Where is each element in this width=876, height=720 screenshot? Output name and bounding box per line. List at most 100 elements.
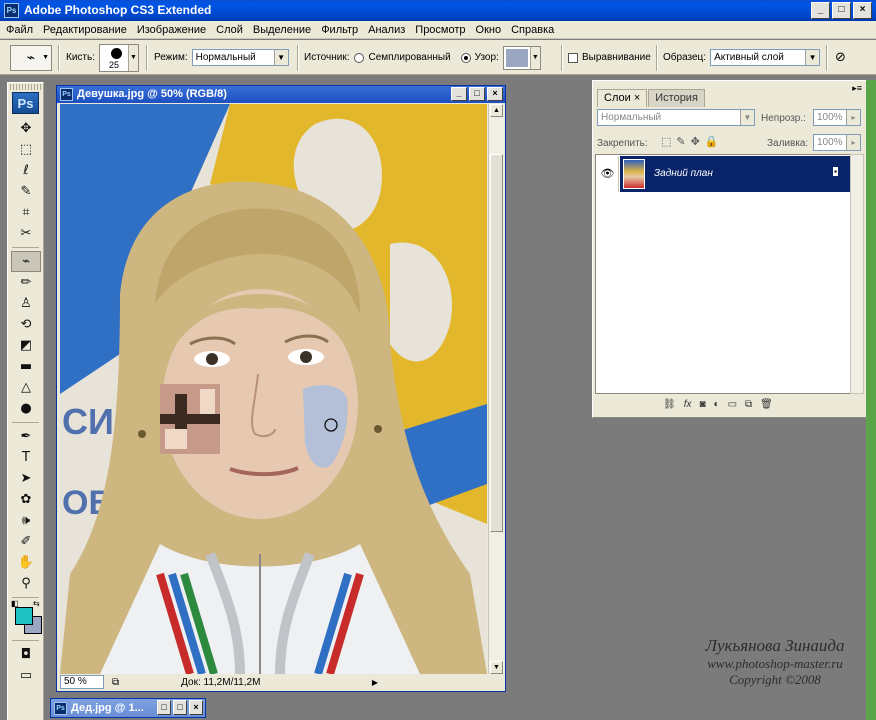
pattern-label: Узор:: [474, 52, 499, 63]
sampled-radio[interactable]: [354, 52, 365, 63]
gradient-tool-icon[interactable]: ▬: [11, 356, 41, 377]
quick-select-tool-icon[interactable]: ✎: [11, 181, 41, 202]
menu-window[interactable]: Окно: [471, 24, 507, 36]
menu-image[interactable]: Изображение: [132, 24, 211, 36]
menu-select[interactable]: Выделение: [248, 24, 316, 36]
status-menu-icon[interactable]: ⧉: [112, 677, 119, 688]
panel-menu-icon[interactable]: ▸≡: [852, 83, 862, 94]
zoom-tool-icon[interactable]: ⚲: [11, 573, 41, 594]
trash-icon[interactable]: 🗑: [760, 399, 773, 410]
blur-tool-icon[interactable]: △: [11, 377, 41, 398]
document-icon: Ps: [60, 88, 73, 101]
layers-scrollbar[interactable]: [850, 154, 864, 394]
scroll-thumb[interactable]: [490, 154, 503, 532]
menu-layer[interactable]: Слой: [211, 24, 248, 36]
zoom-field[interactable]: 50 %: [60, 675, 104, 689]
crop-tool-icon[interactable]: ⌗: [11, 202, 41, 223]
eraser-tool-icon[interactable]: ◩: [11, 335, 41, 356]
ignore-adjustment-layers-icon[interactable]: ⊘: [835, 50, 846, 65]
close-button[interactable]: ×: [189, 700, 203, 715]
watermark-copyright: Copyright ©2008: [729, 672, 821, 687]
close-button[interactable]: ×: [853, 2, 872, 19]
layer-lock-icon: ▪: [833, 167, 838, 176]
document-title-bar[interactable]: Ps Девушка.jpg @ 50% (RGB/8) _ □ ×: [57, 86, 505, 103]
brush-picker[interactable]: 25 ▼: [98, 43, 139, 72]
lock-label: Закрепить:: [597, 138, 648, 149]
chevron-right-icon: ▸: [846, 110, 860, 125]
layer-row-background[interactable]: Задний план ▪: [620, 156, 852, 192]
eyedropper-tool-icon[interactable]: ✐: [11, 531, 41, 552]
menu-edit[interactable]: Редактирование: [38, 24, 132, 36]
photoshop-logo[interactable]: Ps: [12, 92, 39, 114]
document-canvas[interactable]: СИ ОВ: [60, 104, 487, 674]
toolbox-grip[interactable]: [10, 84, 41, 90]
menu-help[interactable]: Справка: [506, 24, 559, 36]
hand-tool-icon[interactable]: ✋: [11, 552, 41, 573]
desktop-edge: [866, 80, 876, 720]
shape-tool-icon[interactable]: ✿: [11, 489, 41, 510]
blend-mode-select[interactable]: Нормальный ▼: [597, 109, 755, 126]
scroll-down-icon[interactable]: ▼: [490, 661, 503, 674]
doc-close-button[interactable]: ×: [487, 87, 503, 101]
pen-tool-icon[interactable]: ✒: [11, 426, 41, 447]
menu-view[interactable]: Просмотр: [410, 24, 470, 36]
status-arrow-icon[interactable]: ▶: [372, 678, 378, 687]
doc-minimize-button[interactable]: _: [451, 87, 467, 101]
move-tool-icon[interactable]: ✥: [11, 118, 41, 139]
document-window: Ps Девушка.jpg @ 50% (RGB/8) _ □ × СИ ОВ: [56, 85, 506, 692]
lasso-tool-icon[interactable]: ℓ: [11, 160, 41, 181]
healing-brush-tool-icon[interactable]: ⌁: [11, 251, 41, 272]
link-icon[interactable]: ⛓: [663, 399, 676, 410]
notes-tool-icon[interactable]: 🕪: [11, 510, 41, 531]
chevron-down-icon: ▼: [529, 46, 540, 69]
sample-select[interactable]: Активный слой ▼: [710, 49, 821, 66]
tool-preset-picker[interactable]: ⌁ ▼: [10, 44, 52, 71]
maximize-button[interactable]: □: [832, 2, 851, 19]
document-icon: Ps: [54, 702, 67, 715]
folder-icon[interactable]: ▭: [728, 399, 737, 410]
foreground-color-swatch[interactable]: [15, 607, 33, 625]
minimized-document-window[interactable]: Ps Дед.jpg @ 1... □ □ ×: [50, 698, 206, 718]
brush-tool-icon[interactable]: ✏: [11, 272, 41, 293]
menu-file[interactable]: Файл: [3, 24, 38, 36]
pattern-radio[interactable]: [460, 52, 471, 63]
fx-icon[interactable]: fx: [684, 399, 692, 410]
doc-size-info: Док: 11,2M/11,2M: [181, 676, 261, 688]
doc-maximize-button[interactable]: □: [469, 87, 485, 101]
aligned-checkbox[interactable]: [568, 52, 578, 63]
opacity-field[interactable]: 100% ▸: [813, 109, 861, 126]
menu-analysis[interactable]: Анализ: [363, 24, 410, 36]
path-select-tool-icon[interactable]: ➤: [11, 468, 41, 489]
chevron-down-icon: ▼: [805, 50, 820, 65]
slice-tool-icon[interactable]: ✂: [11, 223, 41, 244]
photoshop-app-icon: Ps: [4, 3, 19, 18]
fill-field[interactable]: 100% ▸: [813, 134, 861, 151]
visibility-eye-icon[interactable]: 👁: [597, 156, 619, 192]
type-tool-icon[interactable]: T: [11, 447, 41, 468]
photo-girl: СИ ОВ: [60, 104, 487, 674]
maximize-button[interactable]: □: [173, 700, 187, 715]
mode-select[interactable]: Нормальный ▼: [191, 49, 289, 66]
scroll-up-icon[interactable]: ▲: [490, 104, 503, 117]
screen-mode-icon[interactable]: ▭: [11, 665, 41, 686]
lock-icons[interactable]: ⬚✎✥🔒: [661, 135, 724, 148]
quick-mask-icon[interactable]: ◘: [11, 644, 41, 665]
adjustment-icon[interactable]: ◐: [714, 399, 720, 410]
tab-history[interactable]: История: [648, 89, 705, 107]
dodge-tool-icon[interactable]: ●: [11, 398, 41, 419]
tab-layers[interactable]: Слои ×: [597, 89, 648, 107]
new-layer-icon[interactable]: ⧉: [745, 399, 752, 410]
restore-button[interactable]: □: [157, 700, 171, 715]
swap-colors-icon[interactable]: ⇆: [33, 599, 40, 608]
menu-filter[interactable]: Фильтр: [316, 24, 363, 36]
document-vertical-scrollbar[interactable]: ▲ ▼: [488, 104, 504, 674]
mask-icon[interactable]: ◙: [699, 399, 705, 410]
minimized-document-title: Дед.jpg @ 1...: [71, 702, 144, 714]
minimize-button[interactable]: _: [811, 2, 830, 19]
watermark: Лукьянова Зинаида www.photoshop-master.r…: [690, 636, 860, 688]
marquee-tool-icon[interactable]: ⬚: [11, 139, 41, 160]
history-brush-tool-icon[interactable]: ⟲: [11, 314, 41, 335]
tab-close-icon[interactable]: ×: [634, 92, 640, 104]
pattern-picker[interactable]: ▼: [502, 45, 541, 70]
clone-stamp-tool-icon[interactable]: ♙: [11, 293, 41, 314]
